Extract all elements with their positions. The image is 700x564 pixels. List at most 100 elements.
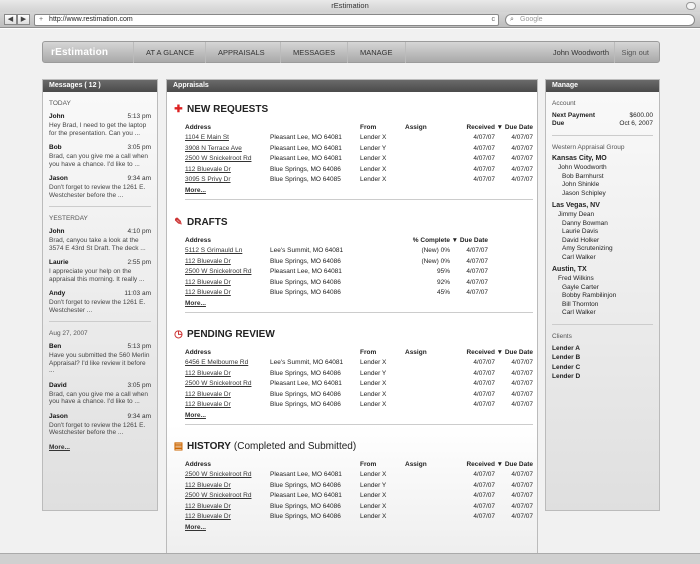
address-link[interactable]: 3908 N Terrace Ave bbox=[185, 145, 270, 152]
message-item[interactable]: Jason 9:34 am Don't forget to review the … bbox=[49, 413, 151, 437]
office-lead[interactable]: Fred Wilkins bbox=[552, 275, 653, 284]
address-link[interactable]: 2500 W Snickelroot Rd bbox=[185, 268, 270, 275]
column-header[interactable]: ▼ Due Date bbox=[495, 461, 533, 468]
table-row[interactable]: 2500 W Snickelroot Rd Pleasant Lee, MO 64… bbox=[185, 267, 533, 278]
table-row[interactable]: 112 Bluevale Dr Blue Springs, MO 64086 Len… bbox=[185, 164, 533, 175]
table-row[interactable]: 112 Bluevale Dr Blue Springs, MO 64086 Len… bbox=[185, 501, 533, 512]
table-row[interactable]: 112 Bluevale Dr Blue Springs, MO 64086 Len… bbox=[185, 480, 533, 491]
address-link[interactable]: 112 Bluevale Dr bbox=[185, 258, 270, 265]
group-name[interactable]: Western Appraisal Group bbox=[552, 144, 653, 151]
office-lead[interactable]: John Woodworth bbox=[552, 164, 653, 173]
office-city[interactable]: Las Vegas, NV bbox=[552, 202, 653, 209]
appraiser-name[interactable]: Danny Bowman bbox=[552, 220, 653, 229]
more-link[interactable]: More... bbox=[185, 300, 533, 307]
table-row[interactable]: 3908 N Terrace Ave Pleasant Lee, MO 64081… bbox=[185, 143, 533, 154]
add-bookmark-icon[interactable]: + bbox=[39, 16, 43, 23]
table-row[interactable]: 6456 E Melbourne Rd Lee's Summit, MO 6408… bbox=[185, 358, 533, 369]
reload-icon[interactable]: c bbox=[492, 15, 496, 25]
address-link[interactable]: 3095 S Privy Dr bbox=[185, 176, 270, 183]
message-item[interactable]: John 4:10 pm Brad, canyou take a look at … bbox=[49, 228, 151, 252]
more-link[interactable]: More... bbox=[185, 524, 533, 531]
appraiser-name[interactable]: Laurie Davis bbox=[552, 228, 653, 237]
table-cell: 4/07/07 bbox=[473, 380, 495, 388]
table-row[interactable]: 2500 W Snickelroot Rd Pleasant Lee, MO 64… bbox=[185, 379, 533, 390]
table-row[interactable]: 2500 W Snickelroot Rd Pleasant Lee, MO 64… bbox=[185, 470, 533, 481]
client-name[interactable]: Lender A bbox=[552, 344, 653, 354]
message-item[interactable]: Laurie 2:55 pm I appreciate your help on … bbox=[49, 259, 151, 283]
sign-out-link[interactable]: Sign out bbox=[614, 42, 649, 63]
forward-button[interactable]: ▶ bbox=[17, 14, 30, 25]
back-button[interactable]: ◀ bbox=[4, 14, 17, 25]
message-item[interactable]: David 3:05 pm Brad, can you give me a cal… bbox=[49, 382, 151, 406]
app-logo[interactable]: rEstimation bbox=[51, 42, 108, 63]
more-link[interactable]: More... bbox=[185, 187, 533, 194]
table-row[interactable]: 112 Bluevale Dr Blue Springs, MO 64086 Len… bbox=[185, 400, 533, 411]
address-link[interactable]: 2500 W Snickelroot Rd bbox=[185, 492, 270, 499]
appraiser-name[interactable]: Jason Schipley bbox=[552, 190, 653, 199]
nav-messages[interactable]: MESSAGES bbox=[280, 42, 347, 63]
address-link[interactable]: 6456 E Melbourne Rd bbox=[185, 359, 270, 366]
client-name[interactable]: Lender D bbox=[552, 372, 653, 382]
message-item[interactable]: Andy 11:03 am Don't forget to review the … bbox=[49, 290, 151, 314]
message-item[interactable]: Jason 9:34 am Don't forget to review the … bbox=[49, 175, 151, 199]
table-row[interactable]: 1104 E Main St Pleasant Lee, MO 64081 Lend… bbox=[185, 133, 533, 144]
address-link[interactable]: 112 Bluevale Dr bbox=[185, 391, 270, 398]
messages-more-link[interactable]: More... bbox=[49, 444, 70, 451]
toolbar-toggle-button[interactable] bbox=[686, 2, 696, 10]
appraiser-name[interactable]: David Holker bbox=[552, 237, 653, 246]
table-row[interactable]: 112 Bluevale Dr Blue Springs, MO 64086 Len… bbox=[185, 389, 533, 400]
appraiser-name[interactable]: Bobby Rambilinjon bbox=[552, 292, 653, 301]
message-preview: Hey Brad, I need to get the laptop for t… bbox=[49, 122, 147, 137]
message-item[interactable]: Ben 5:13 pm Have you submitted the 560 Me… bbox=[49, 343, 151, 375]
message-time: 3:05 pm bbox=[127, 144, 152, 151]
table-row[interactable]: 112 Bluevale Dr Blue Springs, MO 64086 92%… bbox=[185, 277, 533, 288]
message-from: David bbox=[49, 381, 67, 389]
address-link[interactable]: 2500 W Snickelroot Rd bbox=[185, 380, 270, 387]
more-link[interactable]: More... bbox=[185, 412, 533, 419]
table-row[interactable]: 3095 S Privy Dr Blue Springs, MO 64085 Len… bbox=[185, 175, 533, 186]
table-row[interactable]: 2500 W Snickelroot Rd Pleasant Lee, MO 64… bbox=[185, 491, 533, 502]
address-link[interactable]: 2500 W Snickelroot Rd bbox=[185, 471, 270, 478]
address-link[interactable]: 112 Bluevale Dr bbox=[185, 503, 270, 510]
table-cell: Blue Springs, MO 64086 bbox=[270, 289, 341, 297]
address-link[interactable]: 112 Bluevale Dr bbox=[185, 289, 270, 296]
appraiser-name[interactable]: Amy Scrutenizing bbox=[552, 245, 653, 254]
table-row[interactable]: 5112 S Grimauld Ln Lee's Summit, MO 64081… bbox=[185, 246, 533, 257]
address-link[interactable]: 112 Bluevale Dr bbox=[185, 370, 270, 377]
address-link[interactable]: 112 Bluevale Dr bbox=[185, 513, 270, 520]
address-link[interactable]: 112 Bluevale Dr bbox=[185, 166, 270, 173]
client-name[interactable]: Lender B bbox=[552, 353, 653, 363]
appraiser-name[interactable]: Bob Barnhurst bbox=[552, 173, 653, 182]
appraiser-name[interactable]: Gayle Carter bbox=[552, 284, 653, 293]
table-row[interactable]: 112 Bluevale Dr Blue Springs, MO 64086 Len… bbox=[185, 368, 533, 379]
column-header[interactable]: ▼ Due Date bbox=[495, 124, 533, 131]
message-item[interactable]: John 5:13 pm Hey Brad, I need to get the … bbox=[49, 113, 151, 137]
address-link[interactable]: 5112 S Grimauld Ln bbox=[185, 247, 270, 254]
message-item[interactable]: Bob 3:05 pm Brad, can you give me a call … bbox=[49, 144, 151, 168]
table-row[interactable]: 112 Bluevale Dr Blue Springs, MO 64086 Len… bbox=[185, 512, 533, 523]
appraiser-name[interactable]: John Shinkle bbox=[552, 181, 653, 190]
office-city[interactable]: Kansas City, MO bbox=[552, 155, 653, 162]
address-bar[interactable]: + http://www.restimation.com c bbox=[34, 14, 499, 26]
office-city[interactable]: Austin, TX bbox=[552, 266, 653, 273]
search-field[interactable]: ⌕ Google bbox=[505, 14, 695, 26]
address-link[interactable]: 112 Bluevale Dr bbox=[185, 401, 270, 408]
address-link[interactable]: 112 Bluevale Dr bbox=[185, 279, 270, 286]
address-link[interactable]: 112 Bluevale Dr bbox=[185, 482, 270, 489]
address-link[interactable]: 1104 E Main St bbox=[185, 134, 270, 141]
table-row[interactable]: 112 Bluevale Dr Blue Springs, MO 64086 45%… bbox=[185, 288, 533, 299]
client-name[interactable]: Lender C bbox=[552, 363, 653, 373]
appraiser-name[interactable]: Bill Thornton bbox=[552, 301, 653, 310]
appraiser-name[interactable]: Carl Walker bbox=[552, 254, 653, 263]
table-cell: 4/07/07 bbox=[511, 359, 533, 367]
table-row[interactable]: 2500 W Snickelroot Rd Pleasant Lee, MO 64… bbox=[185, 154, 533, 165]
nav-manage[interactable]: MANAGE bbox=[347, 42, 406, 63]
office-lead[interactable]: Jimmy Dean bbox=[552, 211, 653, 220]
column-header[interactable]: ▼ Due Date bbox=[495, 349, 533, 356]
nav-appraisals[interactable]: APPRAISALS bbox=[205, 42, 277, 63]
table-row[interactable]: 112 Bluevale Dr Blue Springs, MO 64086 (Ne… bbox=[185, 256, 533, 267]
appraiser-name[interactable]: Carl Walker bbox=[552, 309, 653, 318]
address-link[interactable]: 2500 W Snickelroot Rd bbox=[185, 155, 270, 162]
column-header[interactable]: ▼ Due Date bbox=[450, 237, 488, 244]
nav-at-a-glance[interactable]: AT A GLANCE bbox=[133, 42, 206, 63]
